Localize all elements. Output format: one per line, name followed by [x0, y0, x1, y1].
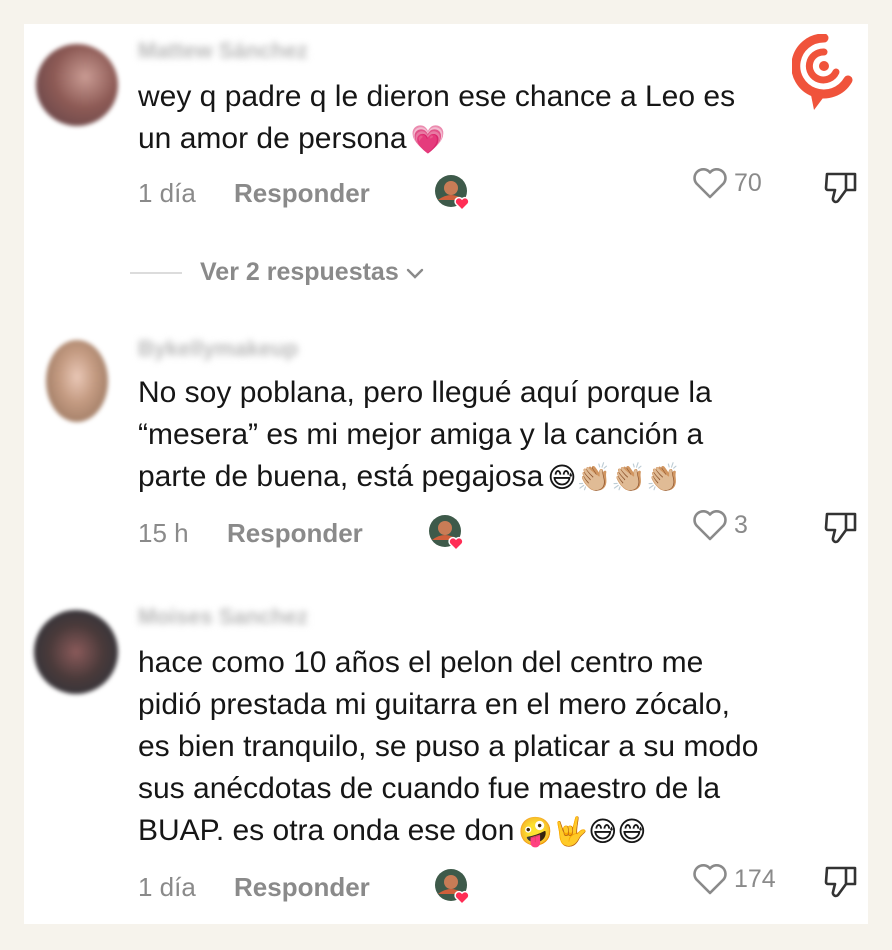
comment-line: pidió prestada mi guitarra en el mero zó…: [138, 688, 730, 721]
heart-outline-icon: [693, 864, 727, 895]
comment-text: No soy poblana, pero llegué aquí porque …: [138, 372, 712, 498]
like-count: 70: [734, 168, 762, 197]
like-count: 3: [734, 510, 748, 539]
like-button[interactable]: 174: [692, 862, 776, 896]
creator-liked-badge-icon: [435, 175, 470, 212]
comment-line: No soy poblana, pero llegué aquí porque …: [138, 376, 712, 409]
comment-text: hace como 10 años el pelon del centro me…: [138, 642, 758, 852]
comment-line: es bien tranquilo, se puso a platicar a …: [138, 730, 759, 763]
like-count: 174: [734, 864, 776, 893]
view-replies-label: Ver 2 respuestas: [200, 258, 399, 286]
avatar[interactable]: [36, 44, 118, 126]
comment-username[interactable]: Moises Sanchez: [138, 604, 308, 630]
growing-heart-emoji: 💗: [410, 124, 446, 156]
reply-button[interactable]: Responder: [234, 178, 370, 209]
comment-line: sus anécdotas de cuando fue maestro de l…: [138, 772, 721, 805]
comment-timestamp: 1 día: [138, 178, 196, 208]
chevron-down-icon: [406, 268, 423, 279]
like-button[interactable]: 3: [692, 508, 748, 542]
emoji-group: 🤪🤟😅😅: [518, 816, 647, 848]
comment-line: un amor de persona 💗: [138, 118, 735, 160]
comment-timestamp: 15 h: [138, 518, 189, 548]
brand-logo-icon: [792, 34, 853, 110]
heart-outline-icon: [693, 510, 727, 541]
dislike-icon[interactable]: [822, 862, 860, 900]
reply-button[interactable]: Responder: [234, 872, 370, 903]
like-button[interactable]: 70: [692, 166, 762, 200]
creator-liked-badge-icon: [429, 515, 464, 552]
comment-text: wey q padre q le dieron ese chance a Leo…: [138, 76, 735, 160]
dislike-icon[interactable]: [822, 508, 860, 546]
divider: [130, 271, 182, 274]
creator-liked-badge-icon: [435, 869, 470, 906]
comment-line: parte de buena, está pegajosa 😅👏🏼👏🏼👏🏼: [138, 456, 712, 498]
heart-outline-icon: [693, 168, 727, 199]
avatar[interactable]: [34, 610, 118, 694]
comment-line: wey q padre q le dieron ese chance a Leo…: [138, 80, 736, 113]
comment-line: “mesera” es mi mejor amiga y la canción …: [138, 418, 704, 451]
comment-username[interactable]: Bykellymakeup: [138, 336, 298, 362]
comment-username[interactable]: Mattew Sánchez: [138, 38, 308, 64]
comment-line: hace como 10 años el pelon del centro me: [138, 646, 704, 679]
reply-button[interactable]: Responder: [227, 518, 363, 549]
dislike-icon[interactable]: [822, 168, 860, 206]
avatar[interactable]: [46, 340, 108, 422]
view-replies-button[interactable]: Ver 2 respuestas: [130, 258, 425, 287]
comment-timestamp: 1 día: [138, 872, 196, 902]
comment-line: BUAP. es otra onda ese don 🤪🤟😅😅: [138, 810, 758, 852]
emoji-group: 😅👏🏼👏🏼👏🏼: [547, 462, 682, 494]
